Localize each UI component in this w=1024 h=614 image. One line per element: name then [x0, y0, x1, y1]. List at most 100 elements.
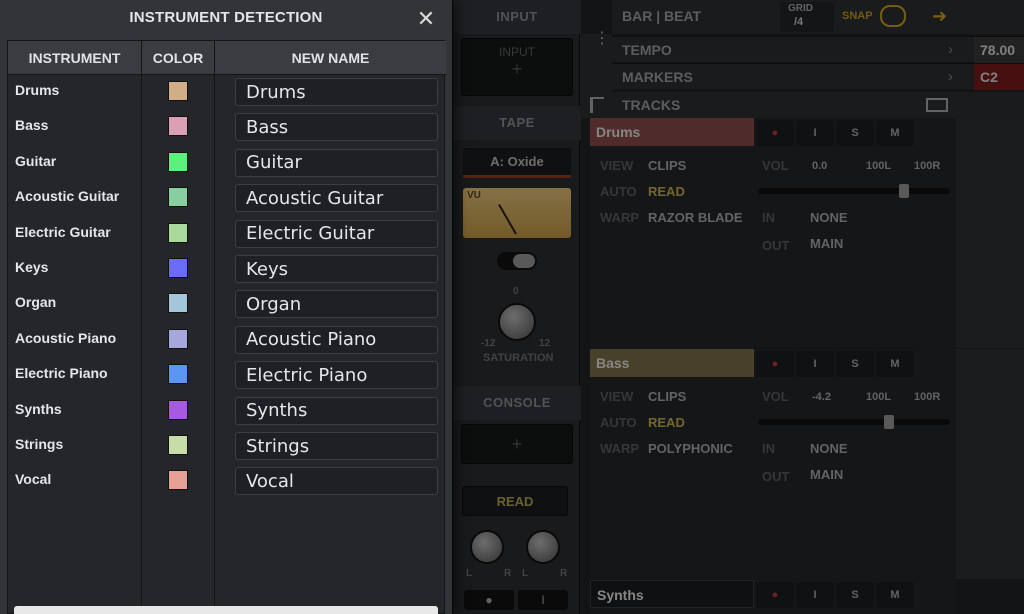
mute-button[interactable]: M — [876, 120, 914, 146]
pan-left-value[interactable]: 100L — [866, 160, 891, 172]
color-swatch[interactable] — [168, 293, 188, 314]
new-name-input[interactable] — [235, 255, 438, 283]
track-name[interactable]: Bass — [590, 349, 754, 377]
new-name-input[interactable] — [235, 78, 438, 106]
new-name-input[interactable] — [235, 290, 438, 319]
color-swatch[interactable] — [168, 187, 188, 208]
snap-button[interactable]: SNAP — [842, 10, 873, 22]
color-swatch[interactable] — [168, 470, 188, 491]
solo-button[interactable]: S — [836, 351, 874, 377]
color-swatch[interactable] — [168, 399, 188, 420]
pan-right-value[interactable]: 100R — [914, 160, 940, 172]
warp-key: WARP — [600, 210, 639, 225]
view-value[interactable]: CLIPS — [648, 158, 686, 173]
warp-key: WARP — [600, 441, 639, 456]
input-monitor-button[interactable]: I — [796, 351, 834, 377]
color-swatch[interactable] — [168, 258, 188, 278]
new-name-input[interactable] — [235, 467, 438, 496]
in-value[interactable]: NONE — [810, 441, 848, 456]
arrange-lane-bass[interactable] — [956, 349, 1024, 579]
input-slot[interactable]: INPUT + — [461, 38, 573, 96]
pan-knob-right[interactable] — [526, 530, 560, 564]
saturation-knob[interactable] — [498, 303, 536, 341]
auto-key: AUTO — [600, 415, 637, 430]
link-icon[interactable] — [880, 5, 906, 27]
strip-record-button[interactable]: ● — [464, 590, 514, 610]
view-value[interactable]: CLIPS — [648, 389, 686, 404]
markers-label: MARKERS — [622, 69, 693, 85]
solo-button[interactable]: S — [836, 120, 874, 146]
pan-right-value[interactable]: 100R — [914, 391, 940, 403]
warp-value[interactable]: RAZOR BLADE — [648, 210, 743, 225]
record-arm-button[interactable]: ● — [756, 351, 794, 377]
track-name[interactable]: Drums — [590, 118, 754, 146]
new-name-input[interactable] — [235, 148, 438, 177]
solo-button[interactable]: S — [836, 582, 874, 608]
in-value[interactable]: NONE — [810, 210, 848, 225]
chevron-right-icon[interactable]: › — [948, 68, 953, 85]
color-swatch[interactable] — [168, 116, 188, 137]
bar-beat-label[interactable]: BAR | BEAT — [622, 8, 701, 24]
new-name-input[interactable] — [235, 113, 438, 142]
ruler-menu[interactable]: ⋮ — [580, 31, 612, 92]
out-value[interactable]: MAIN — [810, 236, 843, 251]
arrange-lane-drums[interactable] — [956, 118, 1024, 348]
pan-left-value[interactable]: 100L — [866, 391, 891, 403]
console-slot[interactable]: + — [461, 424, 573, 464]
color-swatch[interactable] — [168, 328, 188, 349]
instrument-label: Keys — [15, 259, 49, 275]
track-name[interactable]: Synths — [590, 580, 754, 608]
color-swatch[interactable] — [168, 364, 188, 385]
column-color: COLOR — [152, 50, 204, 66]
new-name-input[interactable] — [235, 396, 438, 425]
pan-r-label: R — [504, 568, 512, 579]
color-swatch[interactable] — [168, 222, 188, 243]
mute-button[interactable]: M — [876, 582, 914, 608]
automation-read-button[interactable]: READ — [462, 486, 568, 516]
tape-toggle-switch[interactable] — [497, 252, 537, 270]
warp-value[interactable]: POLYPHONIC — [648, 441, 733, 456]
color-swatch[interactable] — [168, 81, 188, 101]
input-slot-label: INPUT — [499, 45, 535, 59]
layout-toggle-icon[interactable] — [926, 98, 948, 112]
pan-knob-left[interactable] — [470, 530, 504, 564]
volume-slider-thumb[interactable] — [883, 415, 894, 429]
new-name-input[interactable] — [235, 219, 438, 248]
arrow-right-icon[interactable]: ➜ — [932, 6, 947, 27]
plus-icon: + — [511, 59, 523, 79]
auto-value[interactable]: READ — [648, 415, 685, 430]
out-value[interactable]: MAIN — [810, 467, 843, 482]
tempo-value[interactable]: 78.00 — [974, 37, 1024, 63]
auto-value[interactable]: READ — [648, 184, 685, 199]
grid-button[interactable]: GRID /4 — [780, 2, 834, 32]
input-monitor-button[interactable]: I — [796, 582, 834, 608]
volume-slider-thumb[interactable] — [898, 184, 909, 198]
markers-ruler[interactable]: MARKERS › C2 — [612, 63, 1024, 90]
record-arm-button[interactable]: ● — [756, 120, 794, 146]
close-icon[interactable]: ✕ — [413, 6, 439, 32]
strip-input-button[interactable]: I — [518, 590, 568, 610]
vu-meter: VU — [463, 188, 571, 238]
out-key: OUT — [762, 238, 790, 253]
vertical-dots-icon[interactable]: ⋮ — [594, 31, 610, 47]
new-name-input[interactable] — [235, 432, 438, 460]
dialog-footer-button[interactable] — [14, 606, 438, 614]
vol-value[interactable]: -4.2 — [812, 391, 831, 403]
tempo-ruler[interactable]: TEMPO › 78.00 — [612, 36, 1024, 63]
vol-value[interactable]: 0.0 — [812, 160, 827, 172]
tracks-menu-icon[interactable] — [590, 97, 604, 113]
record-arm-button[interactable]: ● — [756, 582, 794, 608]
chevron-right-icon[interactable]: › — [948, 41, 953, 58]
new-name-input[interactable] — [235, 325, 438, 354]
volume-slider[interactable] — [758, 184, 950, 198]
new-name-input[interactable] — [235, 184, 438, 213]
mute-button[interactable]: M — [876, 351, 914, 377]
input-monitor-button[interactable]: I — [796, 120, 834, 146]
color-swatch[interactable] — [168, 435, 188, 455]
volume-slider[interactable] — [758, 415, 950, 429]
new-name-input[interactable] — [235, 361, 438, 390]
dialog-title: INSTRUMENT DETECTION — [129, 9, 323, 26]
marker-value[interactable]: C2 — [974, 64, 1024, 90]
color-swatch[interactable] — [168, 151, 188, 172]
tape-plugin-name[interactable]: A: Oxide — [463, 148, 571, 178]
